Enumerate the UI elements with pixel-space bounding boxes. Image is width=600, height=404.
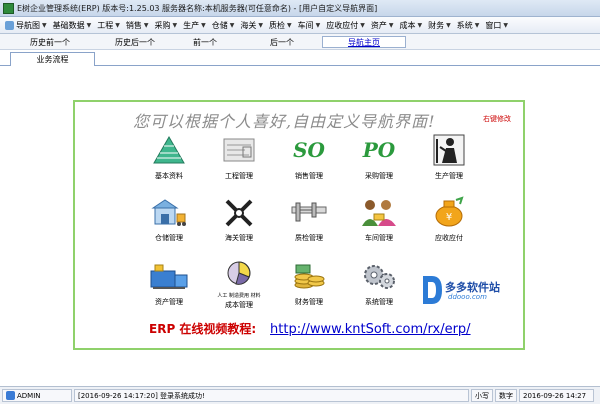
- module-system[interactable]: 系统管理: [349, 258, 409, 310]
- chevron-down-icon: ▼: [474, 21, 480, 29]
- promo-domain: ddooo.com: [448, 293, 487, 301]
- next-button[interactable]: 后一个: [262, 36, 302, 48]
- chevron-down-icon: ▼: [388, 21, 394, 29]
- coins-icon: [289, 258, 329, 294]
- user-icon: [6, 391, 15, 400]
- piechart-icon: [219, 258, 259, 292]
- team-icon: [359, 194, 399, 230]
- chevron-down-icon: ▼: [315, 21, 321, 29]
- menu-item-window[interactable]: 窗口 ▼: [482, 18, 511, 33]
- app-icon: [3, 2, 14, 14]
- menu-item-ar-ap[interactable]: 应收应付 ▼: [323, 18, 368, 33]
- chevron-down-icon: ▼: [172, 21, 178, 29]
- menu-item-purchase[interactable]: 采购 ▼: [152, 18, 181, 33]
- chevron-down-icon: ▼: [229, 21, 235, 29]
- menu-bar: 导航图 ▼ 基础数据 ▼ 工程 ▼ 销售 ▼ 采购 ▼ 生产 ▼ 仓储 ▼ 海关 ▼ 质检 ▼ 车…: [0, 17, 600, 34]
- module-cost[interactable]: 人工 制造费用 材料 成本管理: [209, 258, 269, 310]
- promo-logo: 多多软件站 ddooo.com: [420, 272, 515, 308]
- gears-icon: [359, 258, 399, 294]
- module-qc[interactable]: 质检管理: [279, 194, 339, 246]
- chevron-down-icon: ▼: [115, 21, 120, 29]
- chevron-down-icon: ▼: [287, 21, 292, 29]
- navigation-panel: 您可以根据个人喜好,自由定义导航界面! 右键修改 基本资料 工程管理 SO 销售…: [73, 100, 525, 350]
- menu-item-assets[interactable]: 资产 ▼: [368, 18, 397, 33]
- window-title: E树企业管理系统(ERP) 版本号:1.25.03 服务器名称:本机服务器(可任…: [17, 3, 378, 13]
- history-nav-bar: 历史前一个 历史后一个 前一个 后一个 导航主页: [0, 34, 600, 50]
- chevron-down-icon: ▼: [503, 21, 508, 29]
- module-engineering[interactable]: 工程管理: [209, 132, 269, 184]
- module-finance[interactable]: 财务管理: [279, 258, 339, 310]
- chevron-down-icon: ▼: [258, 21, 263, 29]
- panel-banner: 您可以根据个人喜好,自由定义导航界面!: [133, 112, 436, 131]
- chevron-down-icon: ▼: [86, 21, 92, 29]
- chevron-down-icon: ▼: [417, 21, 423, 29]
- tab-business-flow[interactable]: 业务流程: [10, 52, 95, 66]
- menu-item-system[interactable]: 系统 ▼: [454, 18, 483, 33]
- nav-home-button[interactable]: 导航主页: [322, 36, 406, 48]
- chevron-down-icon: ▼: [143, 21, 149, 29]
- module-sales[interactable]: SO 销售管理: [279, 132, 339, 184]
- status-user: ADMIN: [2, 389, 72, 402]
- status-datetime: 2016-09-26 14:27: [519, 389, 594, 402]
- history-forward-button[interactable]: 历史后一个: [100, 36, 170, 48]
- module-production[interactable]: 生产管理: [419, 132, 479, 184]
- chevron-down-icon: ▼: [42, 21, 47, 29]
- chevron-down-icon: ▼: [201, 21, 206, 29]
- chevron-down-icon: ▼: [360, 21, 365, 29]
- menu-item-nav[interactable]: 导航图 ▼: [2, 18, 50, 33]
- status-num: 数字: [495, 389, 517, 402]
- menu-item-production[interactable]: 生产 ▼: [180, 18, 209, 33]
- menu-item-cost[interactable]: 成本 ▼: [397, 18, 426, 33]
- module-ar-ap[interactable]: ¥ 应收应付: [419, 194, 479, 246]
- status-message: [2016-09-26 14:17:20] 登录系统成功!: [74, 389, 469, 402]
- tutorial-label: ERP 在线视频教程:: [149, 322, 257, 336]
- menu-item-engineering[interactable]: 工程 ▼: [94, 18, 123, 33]
- chevron-down-icon: ▼: [446, 21, 451, 29]
- prev-button[interactable]: 前一个: [185, 36, 225, 48]
- tools-icon: [219, 194, 259, 230]
- po-icon: PO: [362, 138, 396, 162]
- status-caps: 小写: [471, 389, 493, 402]
- warehouse-icon: [149, 194, 189, 230]
- promo-logo-icon: [423, 276, 442, 304]
- worker-icon: [429, 132, 469, 168]
- pyramid-icon: [149, 132, 189, 168]
- status-bar: ADMIN [2016-09-26 14:17:20] 登录系统成功! 小写 数…: [0, 386, 600, 404]
- module-basic-data[interactable]: 基本资料: [139, 132, 199, 184]
- workspace: 您可以根据个人喜好,自由定义导航界面! 右键修改 基本资料 工程管理 SO 销售…: [0, 66, 600, 386]
- menu-item-qc[interactable]: 质检 ▼: [266, 18, 295, 33]
- nav-icon: [5, 20, 14, 30]
- tab-strip: 业务流程: [0, 50, 600, 66]
- machine-icon: [149, 258, 189, 294]
- module-customs[interactable]: 海关管理: [209, 194, 269, 246]
- tutorial-line: ERP 在线视频教程: http://www.kntSoft.com/rx/er…: [149, 320, 471, 337]
- moneybag-icon: ¥: [429, 194, 469, 230]
- menu-item-finance[interactable]: 财务 ▼: [425, 18, 454, 33]
- right-click-edit-note[interactable]: 右键修改: [483, 114, 511, 124]
- title-bar: E树企业管理系统(ERP) 版本号:1.25.03 服务器名称:本机服务器(可任…: [0, 0, 600, 17]
- menu-item-workshop[interactable]: 车间 ▼: [295, 18, 324, 33]
- history-back-button[interactable]: 历史前一个: [20, 36, 80, 48]
- blueprint-icon: [219, 132, 259, 168]
- menu-item-warehouse[interactable]: 仓储 ▼: [209, 18, 238, 33]
- module-assets[interactable]: 资产管理: [139, 258, 199, 310]
- module-purchase[interactable]: PO 采购管理: [349, 132, 409, 184]
- tutorial-link[interactable]: http://www.kntSoft.com/rx/erp/: [270, 322, 471, 337]
- caliper-icon: [289, 194, 329, 230]
- menu-item-sales[interactable]: 销售 ▼: [123, 18, 152, 33]
- svg-text:¥: ¥: [446, 212, 452, 223]
- so-icon: SO: [293, 138, 325, 162]
- module-workshop[interactable]: 车间管理: [349, 194, 409, 246]
- menu-item-customs[interactable]: 海关 ▼: [237, 18, 266, 33]
- module-warehouse[interactable]: 仓储管理: [139, 194, 199, 246]
- menu-item-basic[interactable]: 基础数据 ▼: [50, 18, 95, 33]
